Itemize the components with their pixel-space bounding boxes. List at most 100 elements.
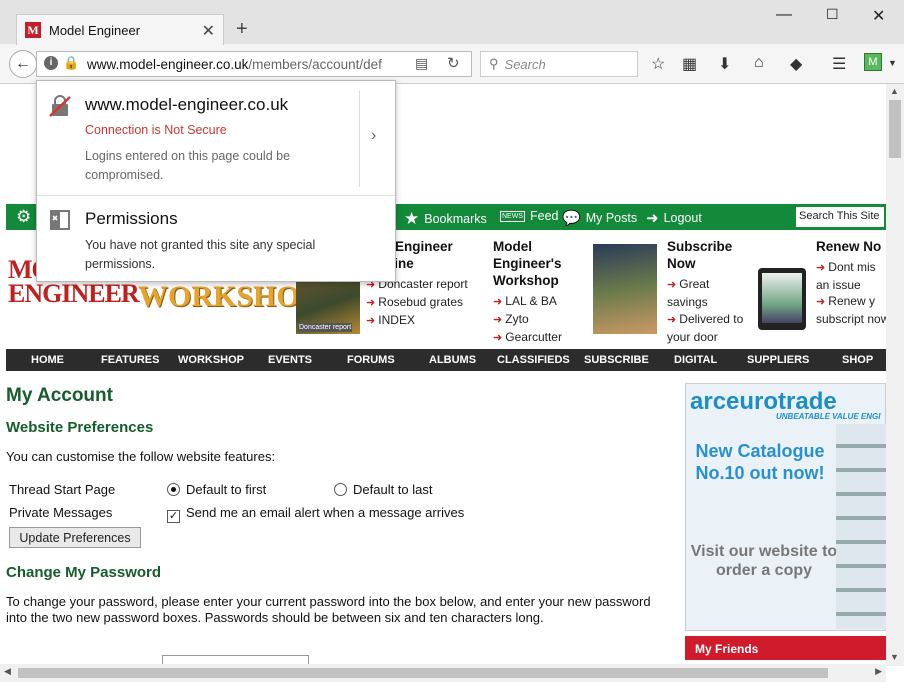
url-bar[interactable]: i 🔒 www.model-engineer.co.uk/members/acc… [36,51,472,77]
scroll-down-icon[interactable]: ▼ [890,652,899,662]
email-alert-option[interactable]: ✓ Send me an email alert when a message a… [167,505,464,523]
nav-shop[interactable]: SHOP [842,354,873,366]
mew-column-links: LAL & BA Zyto Gearcutter [493,293,562,347]
nav-features[interactable]: FEATURES [101,354,159,366]
mew-link-2[interactable]: Zyto [493,311,562,329]
email-alert-checkbox[interactable]: ✓ [167,510,180,523]
popup-divider-vertical [359,91,360,187]
magazine-cover-mew[interactable] [593,244,657,334]
tablet-image[interactable] [758,268,806,330]
permissions-title: Permissions [85,209,178,228]
site-search-input[interactable]: Search This Site [796,207,884,227]
settings-gear-icon[interactable]: ⚙ [16,207,31,227]
url-host: www.model-engineer.co.uk [87,57,249,72]
home-icon[interactable]: ⌂ [754,54,764,72]
scroll-up-icon[interactable]: ▲ [890,86,899,96]
search-input[interactable]: ⚲ Search [480,51,638,77]
thread-option-first[interactable]: Default to first [167,482,266,497]
nav-classifieds[interactable]: CLASSIFIEDS [497,354,570,366]
reading-list-icon[interactable]: ▦ [682,54,697,74]
renew-link-1[interactable]: Dont mis an issue [816,259,886,293]
password-instructions: To change your password, please enter yo… [6,594,651,625]
me-link-3[interactable]: INDEX [366,312,468,330]
search-placeholder: Search [504,56,546,72]
popup-description: Logins entered on this page could be com… [85,149,291,182]
nav-digital[interactable]: DIGITAL [674,354,717,366]
magazine-caption: Doncaster report [298,323,353,332]
private-messages-label: Private Messages [9,505,113,520]
tab-model-engineer[interactable]: M Model Engineer ✕ [16,14,224,45]
search-icon: ⚲ [489,56,499,71]
popup-host: www.model-engineer.co.uk [85,95,289,114]
back-button-icon[interactable]: ← [9,50,37,78]
minimize-icon[interactable]: — [776,6,792,24]
bookmarks-link[interactable]: ★ Bookmarks [404,209,487,229]
scroll-thumb[interactable] [889,100,901,158]
scroll-left-icon[interactable]: ◀ [4,666,11,677]
arceurotrade-ad[interactable]: arceurotrade UNBEATABLE VALUE ENGI New C… [685,383,886,631]
feed-link[interactable]: NEWS Feed [500,209,559,223]
renew-link-2[interactable]: Renew y subscript now [816,293,886,344]
logout-label: Logout [663,211,702,225]
close-tab-icon[interactable]: ✕ [202,21,215,41]
insecure-connection-icon [49,95,71,117]
star-icon: ★ [404,209,420,228]
subscribe-link-1[interactable]: Great savings [667,276,737,311]
reload-icon[interactable]: ↻ [447,54,460,72]
url-path: /members/account/def [248,57,382,72]
mew-link-1[interactable]: LAL & BA [493,293,562,311]
site-identity-popup: www.model-engineer.co.uk Connection is N… [36,80,396,282]
nav-subscribe[interactable]: SUBSCRIBE [584,354,649,366]
permissions-icon [49,209,71,231]
mew-column-title[interactable]: Model Engineer's Workshop [493,238,583,289]
logout-link[interactable]: ➜ Logout [646,209,702,227]
bookmark-star-icon[interactable]: ☆ [651,54,665,74]
feed-label: Feed [530,209,559,223]
subscribe-link-2[interactable]: Delivered to your door [667,311,749,345]
tab-title: Model Engineer [49,22,141,38]
menu-icon[interactable]: ☰ [832,54,846,74]
prefs-title: Website Preferences [6,419,154,436]
pocket-icon[interactable]: ◆ [790,54,802,74]
speech-bubble-icon: 💬 [562,210,581,227]
url-text[interactable]: www.model-engineer.co.uk/members/account… [87,57,393,72]
update-preferences-button[interactable]: Update Preferences [9,527,141,548]
logout-icon: ➜ [646,210,659,227]
new-tab-icon[interactable]: + [236,18,248,41]
extension-icon[interactable]: M [864,53,882,71]
chevron-down-icon[interactable]: ▼ [888,58,897,68]
mew-link-3[interactable]: Gearcutter [493,329,562,347]
ad-subtext: Visit our website to order a copy [690,543,838,579]
me-column-title[interactable]: el Engineer azine [380,238,490,272]
radio-first[interactable] [167,483,180,496]
my-posts-link[interactable]: 💬 My Posts [562,209,637,227]
horizontal-scroll-thumb[interactable] [18,668,828,678]
renew-column-title[interactable]: Renew No [816,238,886,255]
me-link-2[interactable]: Rosebud grates [366,294,468,312]
workshop-logo[interactable]: WORKSHOP [138,280,318,314]
favicon-icon: M [25,22,41,38]
window-close-icon[interactable]: ✕ [872,6,885,26]
vertical-scrollbar[interactable]: ▲ ▼ [886,84,904,666]
my-friends-header[interactable]: My Friends [685,636,886,660]
subscribe-column-title[interactable]: Subscribe Now [667,238,747,272]
nav-albums[interactable]: ALBUMS [429,354,476,366]
download-icon[interactable]: ⬇ [718,54,731,74]
subscribe-column-links: Great savings Delivered to your door [667,276,749,345]
nav-workshop[interactable]: WORKSHOP [178,354,244,366]
nav-forums[interactable]: FORUMS [347,354,395,366]
thread-option-last[interactable]: Default to last [334,482,433,497]
radio-last[interactable] [334,483,347,496]
nav-home[interactable]: HOME [31,354,64,366]
info-icon[interactable]: i [44,56,58,70]
reader-view-icon[interactable]: ▤ [415,55,428,72]
maximize-icon[interactable]: ☐ [826,6,839,23]
horizontal-scrollbar[interactable]: ◀ ▶ [0,664,886,682]
nav-events[interactable]: EVENTS [268,354,312,366]
ad-product-image [836,424,886,629]
thread-option-first-label: Default to first [186,482,267,497]
chevron-right-icon[interactable]: › [371,127,376,145]
insecure-lock-icon[interactable]: 🔒 [63,55,79,71]
nav-suppliers[interactable]: SUPPLIERS [747,354,809,366]
scroll-right-icon[interactable]: ▶ [875,666,882,677]
